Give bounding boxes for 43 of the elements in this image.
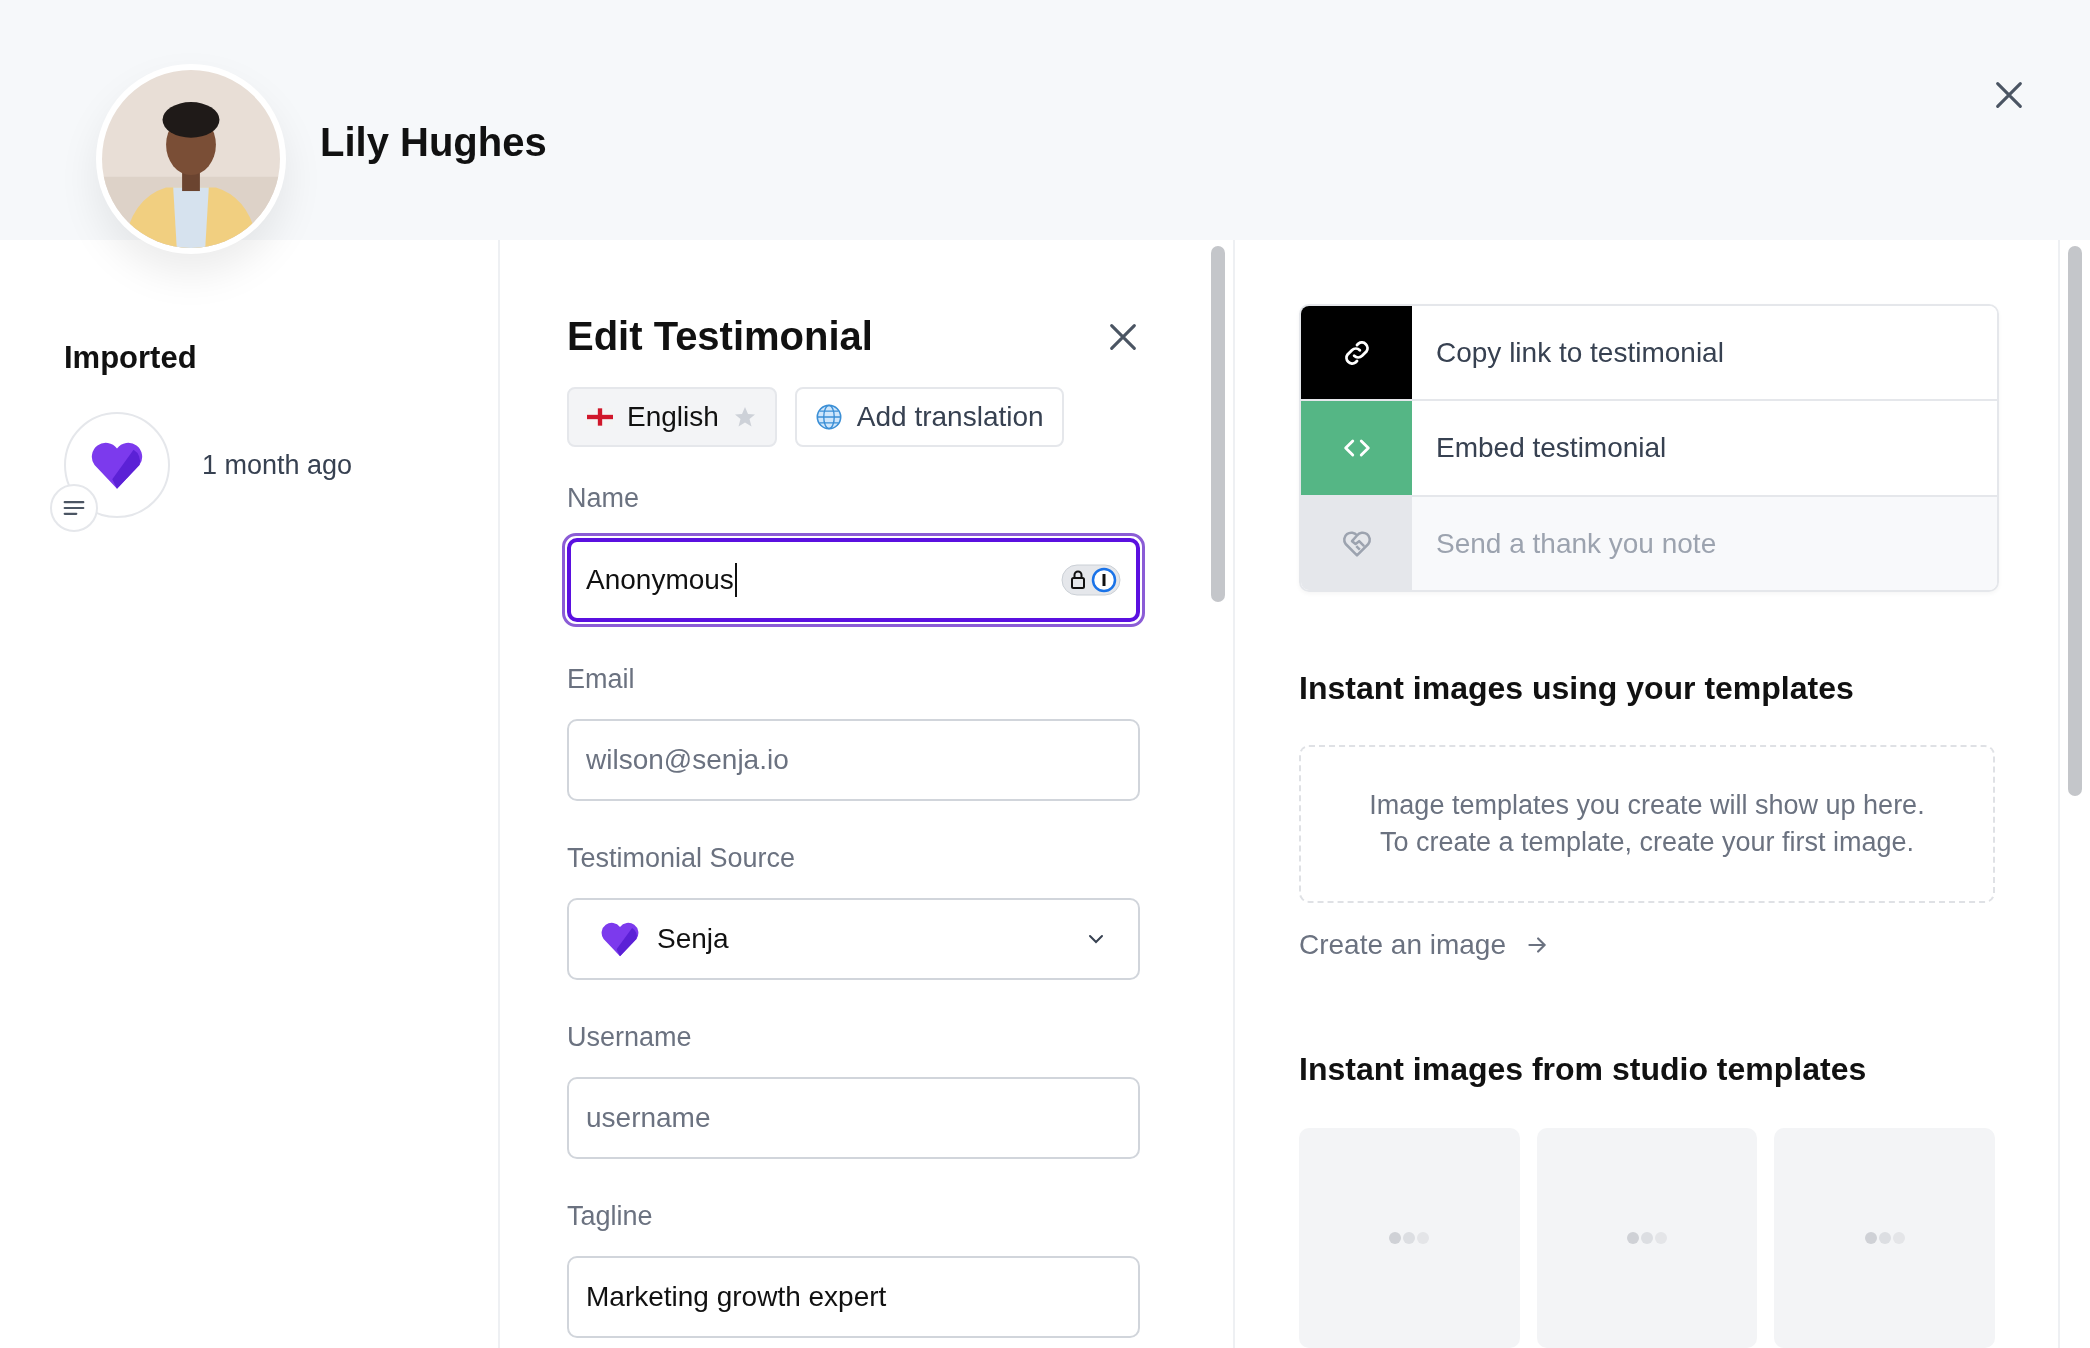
text-cursor bbox=[734, 563, 737, 597]
section-title: Instant images from studio templates bbox=[1299, 1051, 1868, 1088]
empty-state-text: To create a template, create your first image. bbox=[1379, 827, 1915, 859]
password-manager-icon[interactable] bbox=[1061, 564, 1121, 596]
empty-state-text: Image templates you create will show up here. bbox=[1369, 790, 1925, 822]
field-label: Testimonial Source bbox=[567, 843, 797, 874]
flag-icon bbox=[587, 408, 613, 426]
field-label: Email bbox=[567, 664, 636, 695]
globe-icon bbox=[814, 403, 843, 431]
person-name: Lily Hughes bbox=[320, 119, 547, 165]
input-field[interactable]: Marketing growth expert bbox=[567, 1256, 1140, 1338]
create-image-link[interactable]: Create an image bbox=[1299, 929, 1995, 961]
field-value: Marketing growth expert bbox=[586, 1281, 887, 1313]
action-item[interactable]: Embed testimonial bbox=[1301, 399, 1997, 495]
source-dropdown[interactable]: Senja bbox=[567, 898, 1140, 980]
action-item[interactable]: Copy link to testimonial bbox=[1301, 306, 1997, 400]
template-placeholder[interactable] bbox=[1299, 1128, 1520, 1348]
add-translation-button[interactable]: Add translation bbox=[794, 387, 1064, 447]
field-label: Name bbox=[567, 483, 641, 514]
scrollbar[interactable] bbox=[2068, 246, 2082, 796]
panel-title: Edit Testimonial bbox=[567, 314, 873, 359]
input-field[interactable]: wilson@senja.io bbox=[567, 719, 1140, 801]
input-field[interactable]: username bbox=[567, 1077, 1140, 1159]
placeholder-text: username bbox=[586, 1102, 711, 1134]
input-field[interactable]: Anonymous bbox=[567, 538, 1140, 622]
field-value: Senja bbox=[657, 923, 729, 955]
field-value: Anonymous bbox=[586, 564, 734, 596]
loading-dots-icon bbox=[1864, 1232, 1905, 1244]
template-placeholder[interactable] bbox=[1536, 1128, 1758, 1348]
field-label: Username bbox=[567, 1022, 693, 1053]
loading-dots-icon bbox=[1627, 1232, 1667, 1244]
star-icon[interactable] bbox=[732, 405, 757, 429]
language-tab[interactable]: English bbox=[567, 387, 777, 447]
field-label: Tagline bbox=[567, 1201, 654, 1232]
section-title: Instant images using your templates bbox=[1299, 670, 1855, 708]
template-placeholder[interactable] bbox=[1774, 1128, 1995, 1348]
heart-icon bbox=[599, 920, 641, 958]
timestamp: 1 month ago bbox=[202, 449, 353, 481]
placeholder-text: wilson@senja.io bbox=[586, 744, 789, 776]
text-lines-icon[interactable] bbox=[50, 484, 98, 532]
source-heading: Imported bbox=[64, 340, 198, 376]
loading-dots-icon bbox=[1389, 1232, 1430, 1244]
scrollbar[interactable] bbox=[1211, 246, 1226, 602]
